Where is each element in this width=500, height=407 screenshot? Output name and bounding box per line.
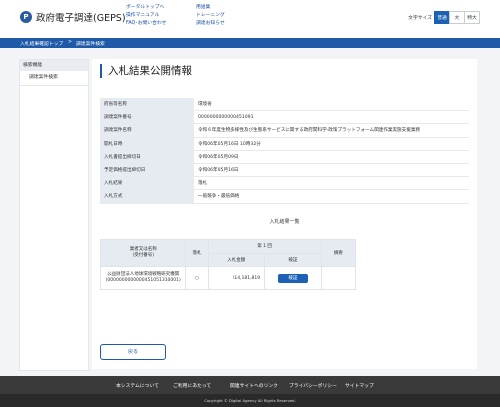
info-row: 入札書提出締切日 令和06年05月09日 (100, 150, 469, 164)
verify-button[interactable]: 検証 (277, 273, 308, 283)
award-mark: ○ (185, 266, 209, 290)
info-value: 令和06年05月09日 (194, 150, 469, 164)
info-row: 予定価格提出締切日 令和06年05月16日 (100, 163, 469, 178)
page-title: 入札結果公開情報 (100, 64, 192, 78)
link-portal-top[interactable]: ポータルトップへ (126, 4, 166, 12)
info-label: 入札方式 (100, 189, 194, 204)
font-size-label: 文字サイズ (408, 16, 432, 21)
info-value: 0000000000000451091 (194, 110, 469, 125)
footer-nav: 本システムについて ご利用にあたって 関連サイトへのリンク プライバシーポリシー… (0, 376, 500, 394)
sidebar-heading: 検索機能 (20, 60, 88, 71)
footer-link-privacy[interactable]: プライバシーポリシー (289, 382, 337, 389)
info-label: 予定価格提出締切日 (100, 163, 194, 178)
info-value: 令和06年05月16日 (194, 163, 469, 178)
header-award: 落札 (185, 239, 209, 267)
site-title: 政府電子調達(GEPS) (36, 13, 126, 24)
info-label: 調達案件名称 (100, 123, 194, 138)
footer-link-usage[interactable]: ご利用にあたって (173, 382, 211, 389)
info-row: 調達案件番号 0000000000000451091 (100, 110, 469, 125)
geps-logo-icon: P (20, 11, 32, 23)
info-row: 開札日時 令和06年05月16日 10時32分 (100, 137, 469, 151)
link-training[interactable]: トレーニング (196, 12, 225, 20)
link-glossary[interactable]: 用語集 (196, 4, 225, 12)
breadcrumb-item-bid-results-top[interactable]: 入札結果確認トップ (20, 40, 63, 47)
header-bidder: 業者又は名称 (受付番号) (99, 239, 187, 267)
remarks-cell (320, 266, 357, 290)
back-button[interactable]: 戻る (100, 344, 166, 360)
link-notices[interactable]: 調達お知らせ (196, 20, 225, 28)
sidebar: 検索機能 調達案件検索 (19, 59, 89, 371)
info-row: 入札結果 落札 (100, 176, 469, 191)
copyright: Copyright © Digital Agency All Rights Re… (0, 394, 500, 407)
table-row: 公益財団法人地球環境戦略研究機関 (0000000000000451051310… (99, 266, 357, 290)
info-value: 令和６年度生物多様性及び生態系サービスに関する政府間科学-政策プラットフォーム関… (194, 123, 469, 138)
info-value: 環境省 (194, 98, 469, 112)
header-amount: 入札金額 (207, 252, 266, 267)
results-header-row: 業者又は名称 (受付番号) 落札 第 1 回 摘要 (99, 239, 357, 267)
results-section-title: 入札結果一覧 (269, 219, 300, 225)
bid-info-table: 府省等名称 環境省 調達案件番号 0000000000000451091 調達案… (100, 98, 469, 204)
header-detail: 検証 (264, 252, 322, 267)
info-label: 入札書提出締切日 (100, 150, 194, 164)
footer-link-related-sites[interactable]: 関連サイトへのリンク (230, 382, 278, 389)
info-row: 調達案件名称 令和６年度生物多様性及び生態系サービスに関する政府間科学-政策プラ… (100, 123, 469, 138)
footer-link-about[interactable]: 本システムについて (116, 382, 159, 389)
info-value: 一般競争・最低価格 (194, 189, 469, 204)
info-label: 府省等名称 (100, 98, 194, 112)
footer-link-sitemap[interactable]: サイトマップ (345, 382, 374, 389)
sidebar-item-procurement-search[interactable]: 調達案件検索 (20, 71, 88, 86)
font-size-normal-button[interactable]: 普通 (434, 11, 450, 24)
receipt-number: (0000000000000451051310001) (105, 278, 181, 283)
link-manual[interactable]: 操作マニュアル (126, 12, 166, 20)
info-row: 入札方式 一般競争・最低価格 (100, 189, 469, 204)
bid-amount: \14,181,819 (207, 266, 266, 290)
info-row: 府省等名称 環境省 (100, 98, 469, 112)
header-nav-primary: ポータルトップへ 操作マニュアル FAQ･お問い合わせ (126, 4, 166, 28)
breadcrumb-item-procurement-search[interactable]: 調達案件検索 (76, 40, 105, 47)
breadcrumb: 入札結果確認トップ > 調達案件検索 (0, 38, 500, 48)
font-size-xlarge-button[interactable]: 特大 (464, 11, 480, 24)
bidder-cell: 公益財団法人地球環境戦略研究機関 (0000000000000451051310… (99, 266, 187, 290)
header-remarks: 摘要 (320, 239, 357, 267)
site-logo[interactable]: P 政府電子調達(GEPS) (20, 10, 126, 24)
detail-cell: 検証 (264, 266, 322, 290)
info-label: 調達案件番号 (100, 110, 194, 125)
info-label: 開札日時 (100, 137, 194, 151)
header-nav-secondary: 用語集 トレーニング 調達お知らせ (196, 4, 225, 28)
font-size-switcher: 文字サイズ 普通 大 特大 (408, 11, 480, 24)
info-value: 落札 (194, 176, 469, 191)
bid-results-table: 業者又は名称 (受付番号) 落札 第 1 回 摘要 入札金額 検証 公益財団法人… (99, 239, 357, 290)
info-value: 令和06年05月16日 10時32分 (194, 137, 469, 151)
breadcrumb-separator-icon: > (68, 39, 73, 45)
site-header: P 政府電子調達(GEPS) ポータルトップへ 操作マニュアル FAQ･お問い合… (0, 0, 500, 38)
header-round: 第 1 回 (207, 239, 322, 254)
link-faq[interactable]: FAQ･お問い合わせ (126, 20, 166, 28)
content-panel: 入札結果公開情報 府省等名称 環境省 調達案件番号 00000000000004… (92, 59, 477, 369)
font-size-large-button[interactable]: 大 (449, 11, 465, 24)
info-label: 入札結果 (100, 176, 194, 191)
